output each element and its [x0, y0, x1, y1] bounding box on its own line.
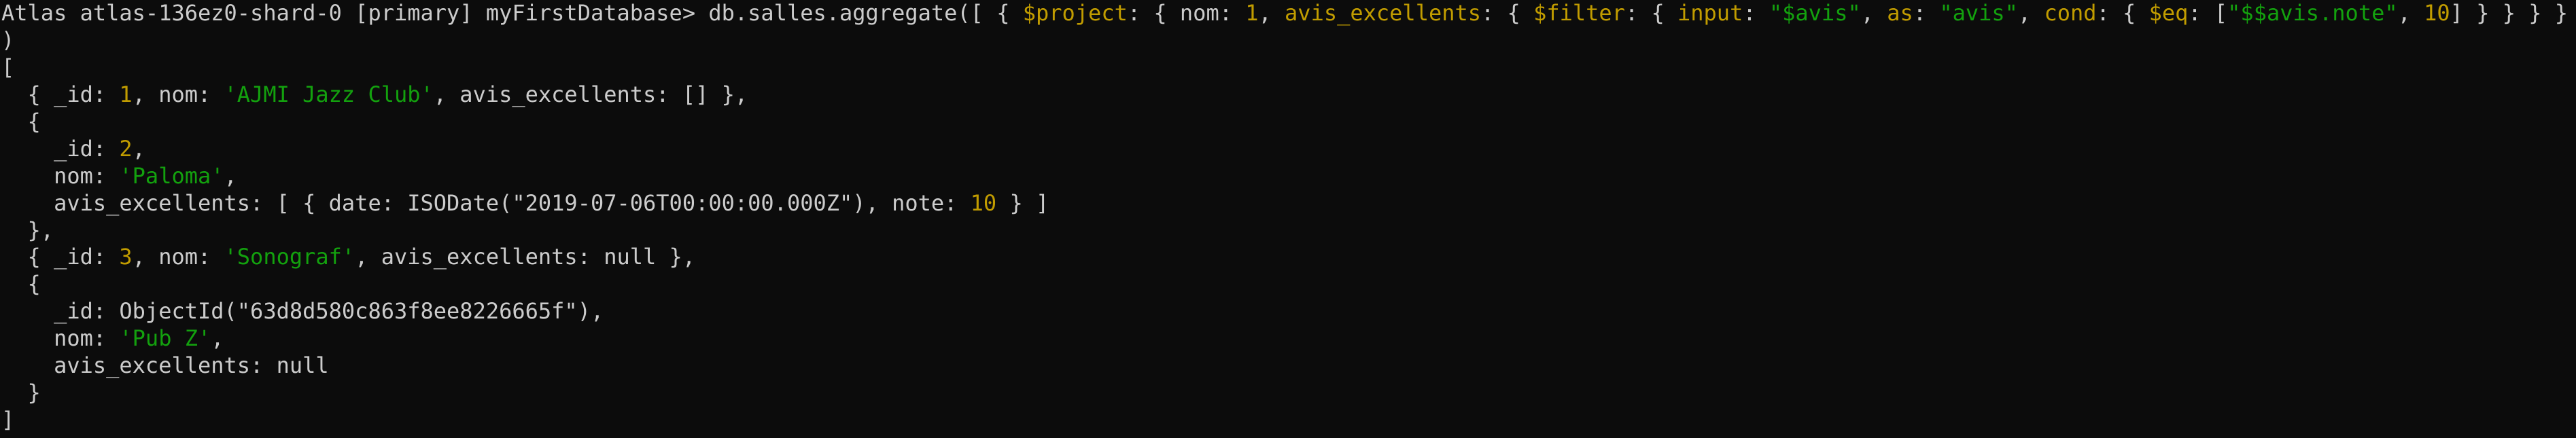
text-segment: 'Sonograf': [224, 244, 355, 270]
text-segment: ,: [1258, 0, 1285, 26]
text-segment: Atlas atlas-136ez0-shard-0 [primary] myF…: [1, 0, 1023, 26]
text-segment: 10: [970, 189, 997, 216]
text-segment: }: [1, 380, 41, 406]
output-line: { _id: 1, nom: 'AJMI Jazz Club', avis_ex…: [1, 81, 2576, 109]
text-segment: $project: [1022, 0, 1128, 26]
text-segment: avis_excellents: [1285, 0, 1482, 26]
text-segment: {: [1, 108, 41, 134]
terminal-window[interactable]: Atlas atlas-136ez0-shard-0 [primary] myF…: [0, 0, 2576, 438]
text-segment: , nom:: [132, 244, 224, 270]
text-segment: },: [1, 217, 54, 243]
output-line: avis_excellents: [ { date: ISODate("2019…: [1, 190, 2576, 217]
output-line: nom: 'Pub Z',: [1, 325, 2576, 352]
output-line: _id: 2,: [1, 136, 2576, 163]
text-segment: $filter: [1533, 0, 1625, 26]
text-segment: "$avis": [1769, 0, 1861, 26]
text-segment: nom:: [1, 162, 120, 189]
text-segment: { _id:: [1, 81, 120, 107]
text-segment: avis_excellents: null: [1, 352, 329, 379]
output-line: },: [1, 217, 2576, 244]
output-line: nom: 'Paloma',: [1, 163, 2576, 190]
text-segment: ] } } } } }]): [2450, 0, 2569, 26]
text-segment: ,: [132, 135, 145, 162]
text-segment: 1: [1245, 0, 1259, 26]
text-segment: , avis_excellents: [] },: [433, 81, 748, 107]
text-segment: _id: ObjectId("63d8d580c863f8ee8226665f"…: [1, 298, 604, 325]
output-line: [: [1, 54, 2576, 81]
text-segment: { _id:: [1, 244, 120, 270]
output-line: _id: ObjectId("63d8d580c863f8ee8226665f"…: [1, 298, 2576, 325]
text-segment: _id:: [1, 135, 120, 162]
text-segment: : {: [1481, 0, 1534, 26]
output-line: {: [1, 271, 2576, 298]
text-segment: 1: [119, 81, 133, 107]
text-segment: , nom:: [132, 81, 224, 107]
text-segment: nom:: [1, 325, 120, 352]
text-segment: 'AJMI Jazz Club': [224, 81, 434, 107]
text-segment: 10: [2424, 0, 2450, 26]
text-segment: {: [1, 271, 41, 297]
text-segment: 'Paloma': [119, 162, 224, 189]
text-segment: ,: [1860, 0, 1887, 26]
text-segment: ]: [1, 407, 15, 433]
text-segment: $eq: [2148, 0, 2189, 26]
text-segment: ,: [211, 325, 224, 352]
text-segment: } ]: [996, 189, 1049, 216]
text-segment: ,: [2017, 0, 2044, 26]
text-segment: 3: [119, 244, 133, 270]
text-segment: 2: [119, 135, 133, 162]
text-segment: : {: [2096, 0, 2149, 26]
output-line: }: [1, 380, 2576, 407]
text-segment: :: [1743, 0, 1769, 26]
text-segment: ,: [2397, 0, 2424, 26]
text-segment: : {: [1624, 0, 1677, 26]
text-segment: as: [1887, 0, 1913, 26]
text-segment: ): [1, 26, 15, 53]
output-line: {: [1, 109, 2576, 136]
text-segment: :: [1913, 0, 1940, 26]
command-line: Atlas atlas-136ez0-shard-0 [primary] myF…: [1, 0, 2576, 27]
output-line: { _id: 3, nom: 'Sonograf', avis_excellen…: [1, 244, 2576, 271]
text-segment: 'Pub Z': [119, 325, 211, 352]
text-segment: "avis": [1939, 0, 2018, 26]
text-segment: ,: [224, 162, 237, 189]
text-segment: input: [1677, 0, 1743, 26]
output-line: ): [1, 27, 2576, 54]
text-segment: : { nom:: [1127, 0, 1246, 26]
text-segment: [: [1, 54, 15, 80]
text-segment: : [: [2188, 0, 2228, 26]
text-segment: cond: [2044, 0, 2097, 26]
text-segment: "$$avis.note": [2227, 0, 2398, 26]
text-segment: , avis_excellents: null },: [355, 244, 696, 270]
output-line: avis_excellents: null: [1, 352, 2576, 380]
output-line: ]: [1, 407, 2576, 434]
text-segment: avis_excellents: [ { date: ISODate("2019…: [1, 189, 971, 216]
